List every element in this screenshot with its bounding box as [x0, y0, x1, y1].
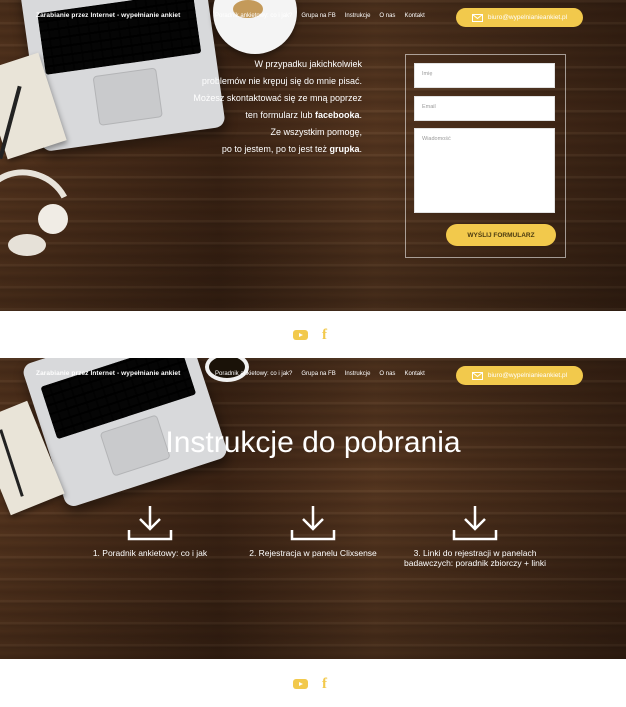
- contact-line-2: problemów nie krępuj się do mnie pisać.: [201, 76, 362, 86]
- navbar: Zarabianie przez Internet - wypełnianie …: [0, 358, 626, 394]
- nav-link-instrukcje[interactable]: Instrukcje: [345, 13, 371, 19]
- mail-icon: [471, 13, 483, 22]
- download-label-2: 2. Rejestracja w panelu Clixsense: [249, 548, 377, 558]
- facebook-icon[interactable]: f: [322, 677, 327, 692]
- download-icon: [290, 506, 336, 541]
- nav-link-poradnik[interactable]: Poradnik ankietowy: co i jak?: [215, 13, 292, 19]
- nav-links: Poradnik ankietowy: co i jak? Grupa na F…: [215, 371, 425, 377]
- download-label-1: 1. Poradnik ankietowy: co i jak: [92, 548, 208, 558]
- contact-line-3: Możesz skontaktować się ze mną poprzez: [193, 93, 362, 103]
- submit-button[interactable]: WYŚLIJ FORMULARZ: [446, 224, 556, 246]
- brand-logo[interactable]: Zarabianie przez Internet - wypełnianie …: [36, 370, 180, 377]
- downloads-title: Instrukcje do pobrania: [165, 426, 461, 459]
- nav-link-grupa[interactable]: Grupa na FB: [301, 13, 335, 19]
- email-button[interactable]: biuro@wypelnianieankiet.pl: [456, 366, 583, 385]
- contact-line-6-dot: .: [359, 144, 362, 154]
- contact-text: W przypadku jakichkolwiek problemów nie …: [152, 56, 362, 158]
- email-field[interactable]: Email: [414, 96, 555, 121]
- social-links: f: [293, 328, 327, 343]
- facebook-link[interactable]: facebooka: [315, 110, 360, 120]
- contact-line-4: ten formularz lub facebooka.: [152, 107, 362, 124]
- downloads-section: Zarabianie przez Internet - wypełnianie …: [0, 358, 626, 659]
- nav-link-kontakt[interactable]: Kontakt: [404, 13, 424, 19]
- contact-form: Imię Email Wiadomość WYŚLIJ FORMULARZ: [405, 54, 566, 258]
- email-button-label: biuro@wypelnianieankiet.pl: [487, 14, 568, 21]
- footer-social: f: [0, 311, 626, 358]
- nav-link-onas[interactable]: O nas: [379, 13, 395, 19]
- email-button[interactable]: biuro@wypelnianieankiet.pl: [456, 8, 583, 27]
- download-icon: [127, 506, 173, 541]
- facebook-icon[interactable]: f: [322, 328, 327, 343]
- name-field[interactable]: Imię: [414, 63, 555, 88]
- brand-logo[interactable]: Zarabianie przez Internet - wypełnianie …: [36, 12, 180, 19]
- nav-link-onas[interactable]: O nas: [379, 371, 395, 377]
- youtube-icon[interactable]: [293, 679, 308, 689]
- contact-section: Zarabianie przez Internet - wypełnianie …: [0, 0, 626, 311]
- footer-social: f: [0, 659, 626, 707]
- contact-line-5: Ze wszystkim pomogę,: [270, 127, 362, 137]
- contact-line-6: po to jestem, po to jest też grupka.: [152, 141, 362, 158]
- nav-link-poradnik[interactable]: Poradnik ankietowy: co i jak?: [215, 371, 292, 377]
- contact-line-4-dot: .: [359, 110, 362, 120]
- message-field[interactable]: Wiadomość: [414, 128, 555, 213]
- download-item-1[interactable]: 1. Poradnik ankietowy: co i jak: [72, 504, 228, 558]
- social-links: f: [293, 677, 327, 692]
- nav-link-kontakt[interactable]: Kontakt: [404, 371, 424, 377]
- contact-line-4-text: ten formularz lub: [245, 110, 315, 120]
- download-label-3: 3. Linki do rejestracji w panelach badaw…: [404, 548, 546, 568]
- group-link[interactable]: grupka: [329, 144, 359, 154]
- download-icon: [452, 506, 498, 541]
- youtube-icon[interactable]: [293, 330, 308, 340]
- navbar: Zarabianie przez Internet - wypełnianie …: [0, 0, 626, 36]
- headphones-cup: [38, 204, 68, 234]
- download-item-2[interactable]: 2. Rejestracja w panelu Clixsense: [235, 504, 391, 558]
- mail-icon: [471, 371, 483, 380]
- nav-links: Poradnik ankietowy: co i jak? Grupa na F…: [215, 13, 425, 19]
- headphones-cup-2: [8, 234, 46, 256]
- nav-link-instrukcje[interactable]: Instrukcje: [345, 371, 371, 377]
- contact-line-1: W przypadku jakichkolwiek: [254, 59, 362, 69]
- email-button-label: biuro@wypelnianieankiet.pl: [487, 372, 568, 379]
- nav-link-grupa[interactable]: Grupa na FB: [301, 371, 335, 377]
- contact-line-6-text: po to jestem, po to jest też: [221, 144, 330, 154]
- download-item-3[interactable]: 3. Linki do rejestracji w panelach badaw…: [397, 504, 553, 568]
